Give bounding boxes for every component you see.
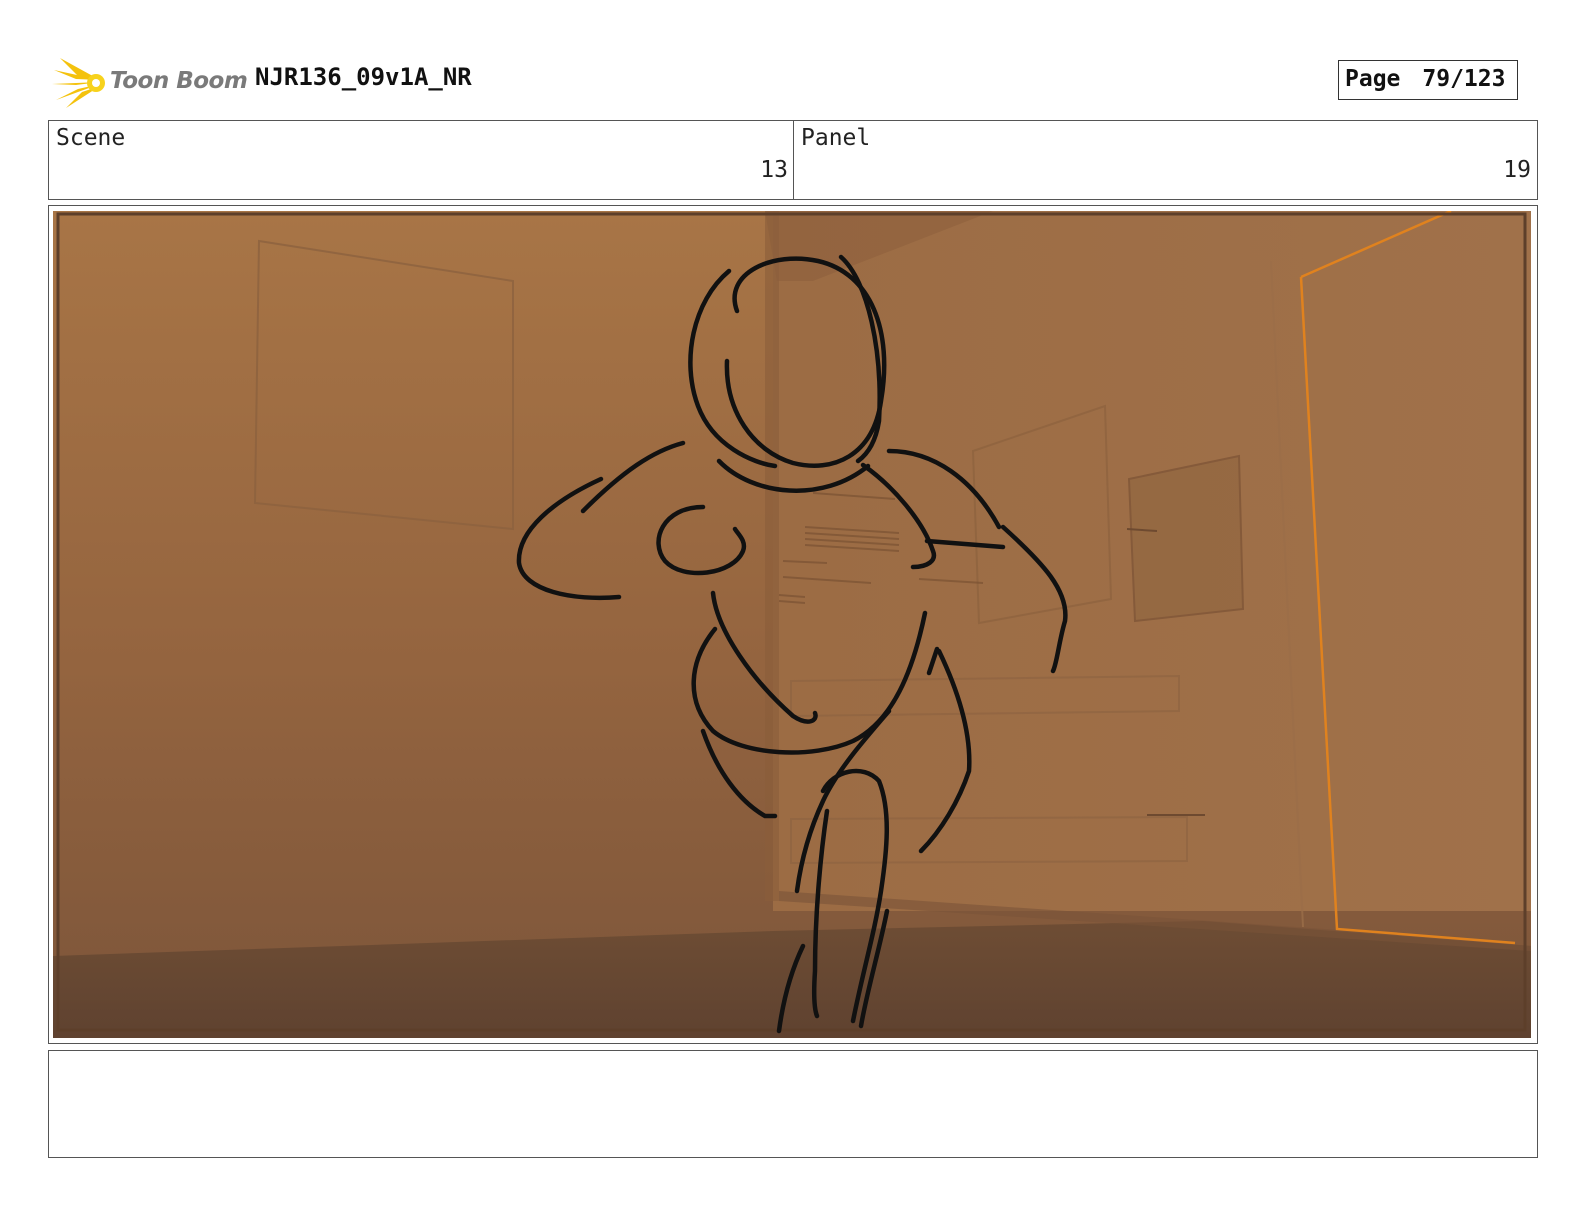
storyboard-image xyxy=(53,211,1531,1038)
toon-boom-logo: Toon Boom xyxy=(52,56,248,108)
page-header: Toon Boom NJR136_09v1A_NR Page 79/123 xyxy=(48,52,1538,110)
logo-text: Toon Boom xyxy=(110,68,248,94)
document-title: NJR136_09v1A_NR xyxy=(255,63,472,91)
panel-drawing xyxy=(53,211,1531,1038)
page-number: 79/123 xyxy=(1422,66,1506,92)
scene-number: 13 xyxy=(760,157,788,183)
scene-cell: Scene 13 xyxy=(49,121,794,199)
page-indicator: Page 79/123 xyxy=(1338,60,1518,100)
panel-label: Panel xyxy=(801,125,871,151)
notes-box xyxy=(48,1050,1538,1158)
page-label: Page xyxy=(1345,66,1401,92)
scene-label: Scene xyxy=(56,125,126,151)
starburst-icon xyxy=(52,58,105,108)
storyboard-frame xyxy=(48,205,1538,1044)
panel-number: 19 xyxy=(1503,157,1531,183)
panel-cell: Panel 19 xyxy=(794,121,1536,199)
scene-panel-info: Scene 13 Panel 19 xyxy=(48,120,1538,200)
